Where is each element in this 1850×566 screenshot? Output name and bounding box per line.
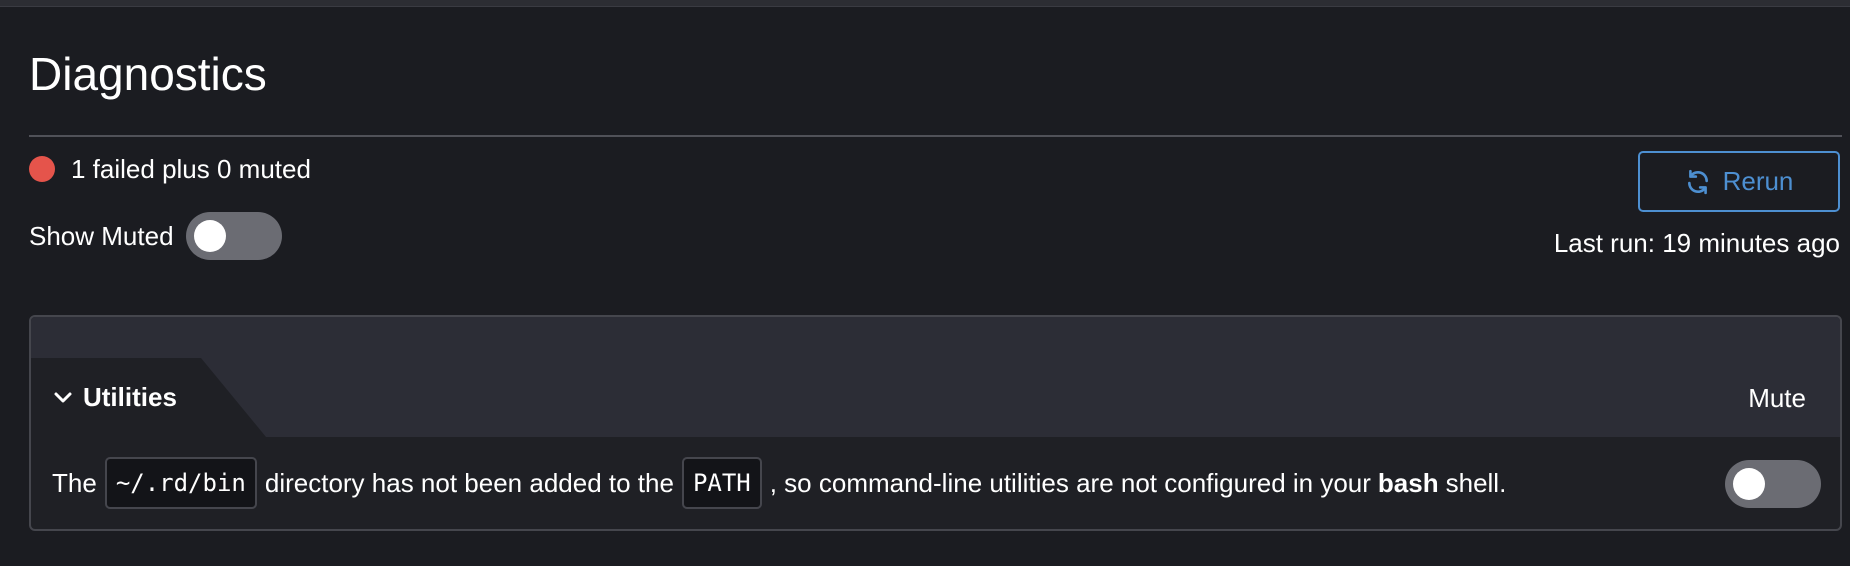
chevron-down-icon	[53, 391, 73, 405]
status-summary: 1 failed plus 0 muted	[29, 152, 311, 186]
mute-column-header: Mute	[1748, 383, 1806, 413]
mute-diagnostic-toggle[interactable]	[1725, 460, 1821, 508]
message-text: , so command-line utilities are not conf…	[769, 467, 1371, 498]
message-text: directory has not been added to the	[264, 467, 674, 498]
diagnostics-panel: Utilities Mute The ~/.rd/bin directory h…	[29, 315, 1842, 531]
message-text: shell.	[1445, 467, 1507, 498]
show-muted-toggle[interactable]	[185, 212, 282, 260]
last-run-text: Last run: 19 minutes ago	[1553, 228, 1840, 258]
code-snippet: PATH	[681, 457, 762, 509]
utilities-group-label: Utilities	[83, 382, 177, 412]
refresh-icon	[1687, 169, 1708, 194]
failed-status-dot	[29, 156, 55, 182]
status-summary-text: 1 failed plus 0 muted	[71, 153, 311, 184]
panel-header	[31, 317, 1840, 437]
rerun-label: Rerun	[1722, 166, 1794, 196]
shell-name: bash	[1377, 467, 1439, 498]
code-snippet: ~/.rd/bin	[104, 457, 257, 509]
show-muted-row: Show Muted	[29, 212, 282, 260]
message-text: The	[52, 467, 97, 498]
title-divider	[29, 135, 1842, 137]
utilities-group-toggle[interactable]: Utilities	[53, 358, 177, 437]
rerun-button[interactable]: Rerun	[1638, 151, 1840, 212]
toggle-knob	[193, 220, 226, 252]
show-muted-label: Show Muted	[29, 220, 174, 251]
top-strip	[0, 0, 1850, 7]
toggle-knob	[1733, 468, 1765, 500]
diagnostic-message: The ~/.rd/bin directory has not been add…	[52, 455, 1506, 511]
page-title: Diagnostics	[29, 48, 267, 100]
